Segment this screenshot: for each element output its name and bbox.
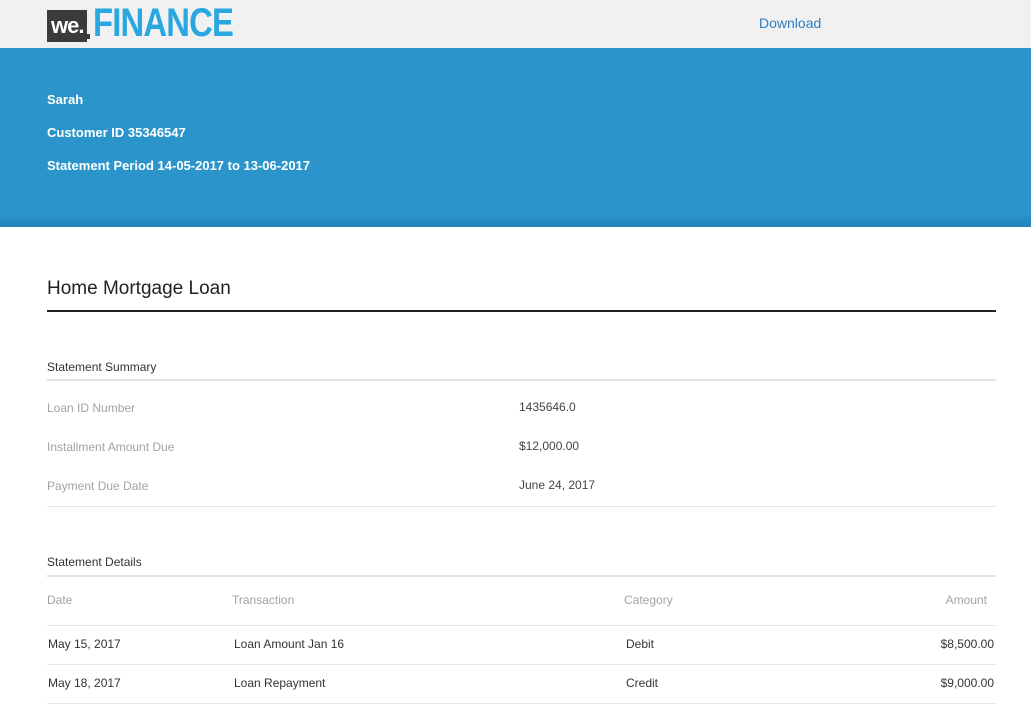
row-divider [47,664,996,665]
logo-we-mark: we. [47,10,91,42]
payment-due-date-value: June 24, 2017 [519,478,596,492]
installment-due-label: Installment Amount Due [47,440,175,454]
row-transaction: Loan Repayment [234,676,326,690]
row-category: Debit [626,637,655,651]
statement-period: Statement Period 14-05-2017 to 13-06-201… [47,158,311,173]
loan-id-label: Loan ID Number [47,401,136,415]
row-date: May 15, 2017 [48,637,121,651]
summary-divider [47,379,996,381]
customer-banner: Sarah Customer ID 35346547 Statement Per… [0,48,1031,227]
title-divider [47,310,996,312]
we-finance-logo[interactable]: we. FINANCE [47,1,264,45]
loan-id-value: 1435646.0 [519,400,576,414]
payment-due-date-label: Payment Due Date [47,479,149,493]
logo-finance-text: FINANCE [93,1,234,45]
summary-bottom-divider [47,506,996,507]
download-link[interactable]: Download [759,15,821,31]
row-divider [47,703,996,704]
page-title: Home Mortgage Loan [47,278,231,299]
column-header-date[interactable]: Date [47,593,72,607]
details-divider [47,575,996,577]
customer-id: Customer ID 35346547 [47,125,186,140]
top-bar: we. FINANCE Download [0,0,1031,48]
header-row-divider [47,625,996,626]
row-category: Credit [626,676,659,690]
installment-due-value: $12,000.00 [519,439,580,453]
column-header-amount[interactable]: Amount [946,593,987,607]
row-amount: $9,000.00 [940,676,994,690]
column-header-transaction[interactable]: Transaction [232,593,294,607]
details-heading: Statement Details [47,555,142,569]
column-header-category[interactable]: Category [624,593,673,607]
row-date: May 18, 2017 [48,676,121,690]
row-amount: $8,500.00 [940,637,994,651]
summary-heading: Statement Summary [47,360,157,374]
row-transaction: Loan Amount Jan 16 [234,637,345,651]
customer-name: Sarah [47,92,84,107]
